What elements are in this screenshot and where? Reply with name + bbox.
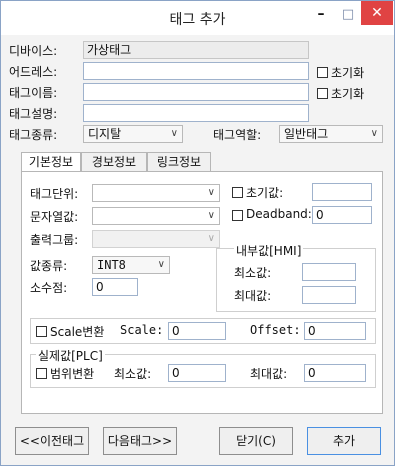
reset-address-checkbox[interactable] — [317, 67, 328, 78]
plc-max-field[interactable]: 0 — [304, 364, 366, 382]
prev-tag-button[interactable]: <<이전태그 — [15, 427, 89, 455]
init-value-checkbox[interactable] — [232, 187, 243, 198]
unit-select[interactable]: ∨ — [92, 184, 220, 202]
deadband-field[interactable]: 0 — [312, 206, 372, 224]
reset-address-label: 초기화 — [331, 66, 365, 80]
device-field[interactable]: 가상태그 — [83, 41, 309, 59]
hmi-min-field[interactable] — [302, 263, 356, 281]
chevron-down-icon: ∨ — [207, 187, 215, 198]
reset-tagname-label: 초기화 — [331, 87, 365, 101]
close-window-button[interactable]: ✕ — [361, 1, 393, 25]
string-label: 문자열값: — [30, 210, 79, 224]
tab-alarm-info[interactable]: 경보정보 — [81, 152, 147, 172]
title-bar: 태그 추가 – □ ✕ — [1, 1, 394, 35]
chevron-down-icon: ∨ — [170, 128, 178, 139]
hmi-max-label: 최대값: — [234, 289, 272, 303]
plc-min-field[interactable]: 0 — [168, 364, 226, 382]
deadband-checkbox[interactable] — [232, 210, 243, 221]
valtype-value: INT8 — [97, 258, 126, 272]
reset-tagname-checkbox[interactable] — [317, 88, 328, 99]
output-group-select[interactable]: ∨ — [92, 230, 220, 248]
chevron-down-icon: ∨ — [207, 210, 215, 221]
init-value-field[interactable] — [312, 183, 372, 201]
tagname-label: 태그이름: — [9, 86, 58, 100]
unit-label: 태그단위: — [30, 187, 79, 201]
add-button[interactable]: 추가 — [307, 427, 381, 455]
valtype-label: 값종류: — [30, 259, 68, 273]
tagname-field[interactable] — [83, 83, 309, 101]
tagrole-select[interactable]: 일반태그 ∨ — [279, 125, 383, 143]
basic-info-panel: 태그단위: ∨ 초기값: 문자열값: ∨ Deadband: 0 출력그룹: ∨… — [21, 171, 383, 414]
output-group-label: 출력그룹: — [30, 233, 79, 247]
next-tag-button[interactable]: 다음태그>> — [103, 427, 177, 455]
hmi-min-label: 최소값: — [234, 266, 272, 280]
tagrole-value: 일반태그 — [284, 127, 329, 141]
minimize-button[interactable]: – — [306, 1, 336, 27]
dialog-window: 태그 추가 – □ ✕ 디바이스: 가상태그 어드레스: 초기화 태그이름: 초… — [0, 0, 395, 466]
scale-field[interactable]: 0 — [168, 322, 226, 340]
range-checkbox[interactable] — [36, 368, 47, 379]
maximize-button[interactable]: □ — [336, 1, 360, 27]
chevron-down-icon: ∨ — [157, 259, 165, 270]
chevron-down-icon: ∨ — [207, 233, 215, 244]
tagtype-label: 태그종류: — [9, 128, 58, 142]
decimal-field[interactable]: 0 — [92, 278, 138, 296]
hmi-max-field[interactable] — [302, 286, 356, 304]
init-value-label: 초기값: — [246, 186, 284, 200]
valtype-select[interactable]: INT8 ∨ — [92, 256, 170, 274]
tab-basic-info[interactable]: 기본정보 — [21, 152, 81, 172]
scale-label: Scale: — [120, 323, 164, 337]
device-label: 디바이스: — [9, 44, 58, 58]
deadband-label: Deadband: — [246, 207, 312, 221]
tagtype-select[interactable]: 디지탈 ∨ — [83, 125, 183, 143]
decimal-label: 소수점: — [30, 281, 68, 295]
tagdesc-label: 태그설명: — [9, 107, 58, 121]
string-select[interactable]: ∨ — [92, 207, 220, 225]
tagtype-value: 디지탈 — [88, 127, 122, 141]
plc-max-label: 최대값: — [250, 367, 288, 381]
tagrole-label: 태그역할: — [213, 128, 262, 142]
offset-label: Offset: — [250, 323, 301, 337]
address-label: 어드레스: — [9, 65, 58, 79]
hmi-group-label: 내부값[HMI] — [234, 242, 304, 259]
scale-check-label: Scale변환 — [50, 325, 105, 339]
tagdesc-field[interactable] — [83, 104, 309, 122]
chevron-down-icon: ∨ — [370, 128, 378, 139]
offset-field[interactable]: 0 — [304, 322, 366, 340]
close-button[interactable]: 닫기(C) — [219, 427, 293, 455]
plc-group-label: 실제값[PLC] — [36, 347, 105, 364]
address-field[interactable] — [83, 62, 309, 80]
tab-link-info[interactable]: 링크정보 — [147, 152, 211, 172]
scale-checkbox[interactable] — [36, 326, 47, 337]
plc-min-label: 최소값: — [114, 367, 152, 381]
range-check-label: 범위변환 — [50, 367, 95, 381]
